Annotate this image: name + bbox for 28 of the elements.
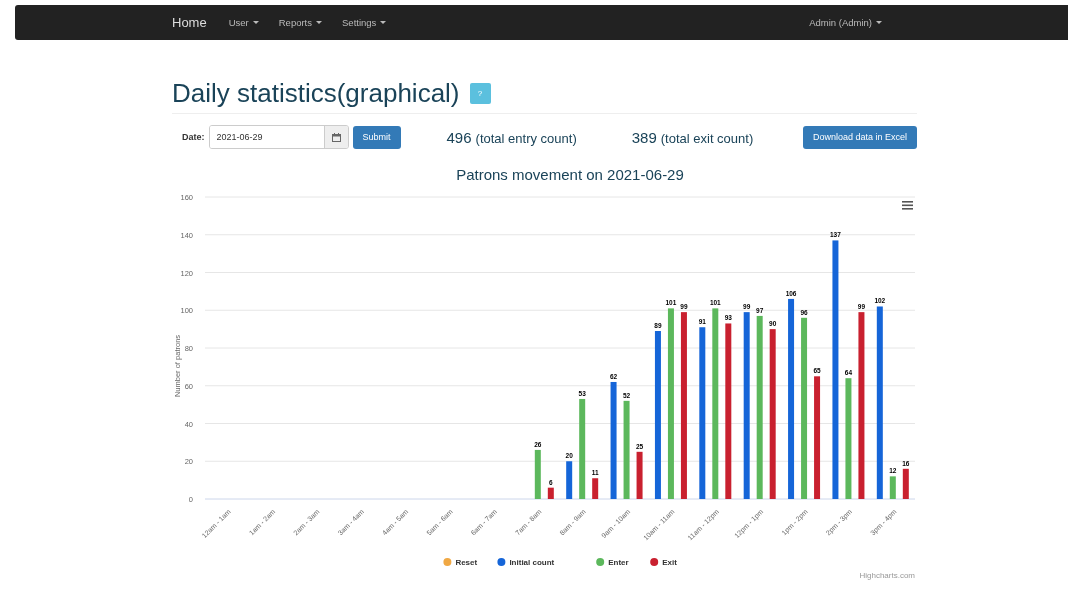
home-link[interactable]: Home [172, 15, 207, 30]
submit-button[interactable]: Submit [352, 125, 401, 149]
nav-menu[interactable]: Reports [278, 17, 322, 28]
bar [592, 478, 599, 499]
bar [636, 451, 643, 499]
chart-title: Patrons movement on 2021-06-29 [456, 166, 684, 183]
page-title: Daily statistics(graphical) [172, 78, 460, 109]
bar [889, 476, 896, 499]
nav-menu[interactable]: Settings [342, 17, 387, 28]
bar [902, 468, 909, 499]
exit-total: 389 [631, 128, 657, 146]
legend-item[interactable]: Enter [608, 558, 629, 567]
entry-caption: (total entry count) [475, 130, 577, 146]
entry-total: 496 [446, 128, 472, 146]
bar [547, 487, 554, 499]
download-button[interactable]: Download data in Excel [802, 125, 917, 149]
exit-caption: (total exit count) [660, 130, 754, 146]
legend-item[interactable]: Initial count [509, 558, 555, 567]
nav-menu[interactable]: User [228, 17, 259, 28]
legend-item[interactable]: Reset [455, 558, 478, 567]
account-menu[interactable]: Admin (Admin) [809, 17, 882, 28]
date-label: Date: [182, 132, 205, 142]
bar [534, 449, 541, 499]
date-field[interactable]: 2021-06-29 [208, 125, 349, 149]
legend-item[interactable]: Exit [662, 558, 677, 567]
menu-icon[interactable] [902, 201, 913, 210]
bar [566, 461, 573, 499]
calendar-icon[interactable] [331, 132, 341, 142]
